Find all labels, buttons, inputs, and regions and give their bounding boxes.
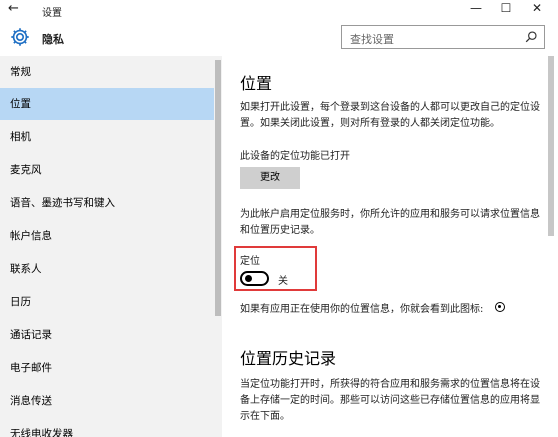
maximize-button[interactable]: ☐ [496, 1, 516, 15]
page-header: 隐私 查找设置 [0, 22, 558, 56]
history-title: 位置历史记录 [240, 349, 337, 368]
change-button[interactable]: 更改 [240, 167, 300, 189]
location-toggle-knob [245, 275, 252, 282]
account-location-text: 为此帐户启用定位服务时，你所允许的应用和服务可以请求位置信息和位置历史记录。 [240, 209, 540, 236]
title-bar: ← 设置 — ☐ ✕ [0, 0, 558, 20]
minimize-button[interactable]: — [466, 1, 486, 15]
page-title: 隐私 [42, 33, 64, 46]
search-icon[interactable] [524, 30, 538, 44]
history-text: 当定位功能打开时，所获得的符合应用和服务需求的位置信息将在设备上存储一定的时间。… [240, 379, 540, 422]
sidebar-scrollbar[interactable] [214, 56, 222, 437]
location-icon-note: 如果有应用正在使用你的位置信息，你就会看到此图标: [240, 304, 484, 315]
close-button[interactable]: ✕ [527, 1, 547, 15]
sidebar-item-contacts[interactable]: 联系人 [0, 253, 214, 285]
sidebar-item-messaging[interactable]: 消息传送 [0, 385, 214, 417]
sidebar-item-microphone[interactable]: 麦克风 [0, 154, 214, 186]
main-scrollbar-thumb[interactable] [548, 56, 554, 236]
gear-icon [11, 28, 29, 46]
section-title: 位置 [240, 74, 273, 93]
sidebar-item-radios[interactable]: 无线电收发器 [0, 418, 214, 437]
sidebar-nav: 常规 位置 相机 麦克风 语音、墨迹书写和键入 帐户信息 联系人 日历 通话记录… [0, 56, 214, 437]
sidebar-item-email[interactable]: 电子邮件 [0, 352, 214, 384]
search-input[interactable]: 查找设置 [341, 25, 545, 49]
sidebar-item-call-history[interactable]: 通话记录 [0, 319, 214, 351]
device-location-status: 此设备的定位功能已打开 [240, 151, 350, 162]
location-toggle-title: 定位 [240, 256, 260, 267]
sidebar-item-account-info[interactable]: 帐户信息 [0, 220, 214, 252]
search-placeholder: 查找设置 [350, 33, 394, 46]
sidebar-item-speech-inking-typing[interactable]: 语音、墨迹书写和键入 [0, 187, 214, 219]
intro-text: 如果打开此设置，每个登录到这台设备的人都可以更改自己的定位设置。如果关闭此设置，… [240, 102, 540, 129]
sidebar-item-camera[interactable]: 相机 [0, 121, 214, 153]
location-dot-icon [495, 302, 505, 312]
sidebar-item-calendar[interactable]: 日历 [0, 286, 214, 318]
back-arrow-icon[interactable]: ← [8, 1, 19, 16]
main-scrollbar[interactable] [546, 56, 556, 437]
sidebar-item-general[interactable]: 常规 [0, 56, 214, 88]
location-toggle[interactable] [240, 271, 269, 286]
sidebar-item-location[interactable]: 位置 [0, 88, 214, 120]
window-title: 设置 [42, 8, 62, 19]
location-toggle-state: 关 [278, 276, 288, 287]
sidebar-scrollbar-thumb[interactable] [215, 60, 221, 316]
main-content: 位置 如果打开此设置，每个登录到这台设备的人都可以更改自己的定位设置。如果关闭此… [222, 56, 558, 437]
